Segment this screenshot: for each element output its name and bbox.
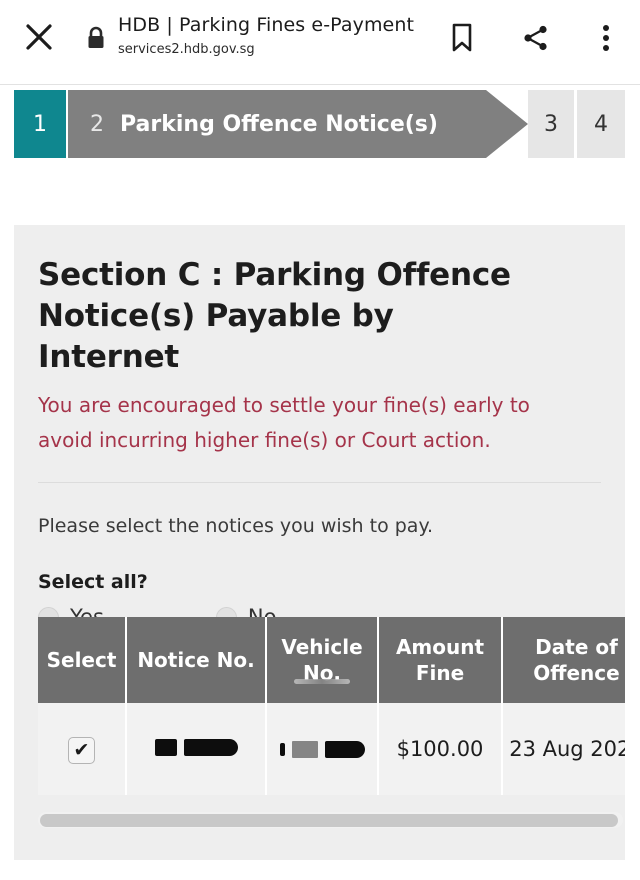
step-2-current[interactable]: 2 Parking Offence Notice(s) — [68, 90, 528, 158]
site-url: services2.hdb.gov.sg — [118, 42, 255, 57]
horizontal-scrollbar-track[interactable] — [38, 812, 623, 828]
lock-icon — [82, 22, 110, 54]
step-4[interactable]: 4 — [577, 90, 625, 158]
select-all-label: Select all? — [38, 571, 148, 593]
bookmark-icon[interactable] — [444, 20, 480, 56]
step-4-number: 4 — [594, 111, 608, 137]
redacted-notice-no — [154, 739, 238, 756]
fines-table: Select Notice No. Vehicle No. Amount Fin… — [38, 617, 625, 795]
redaction-smudge — [294, 679, 350, 684]
early-settlement-warning: You are encouraged to settle your fine(s… — [38, 393, 530, 452]
fines-table-scroll-container[interactable]: Select Notice No. Vehicle No. Amount Fin… — [38, 617, 625, 795]
redaction-bar — [291, 741, 318, 758]
progress-stepper: 1 2 Parking Offence Notice(s) 3 4 — [0, 90, 640, 158]
section-heading: Section C : Parking Offence Notice(s) Pa… — [38, 257, 511, 375]
redacted-vehicle-no — [279, 741, 365, 758]
step-3[interactable]: 3 — [528, 90, 574, 158]
close-icon[interactable] — [20, 18, 58, 56]
column-header-amount-fine: Amount Fine — [378, 617, 503, 703]
redaction-bar — [324, 741, 365, 758]
step-2-label: Parking Offence Notice(s) — [120, 111, 438, 137]
browser-toolbar: HDB | Parking Fines e-Payment services2.… — [0, 0, 640, 85]
step-3-number: 3 — [544, 111, 558, 137]
share-icon[interactable] — [518, 20, 554, 56]
url-block[interactable]: HDB | Parking Fines e-Payment services2.… — [118, 12, 428, 60]
cell-date-of-offence: 23 Aug 2020 — [502, 703, 625, 795]
cell-select: ✔ — [38, 703, 127, 795]
step-1[interactable]: 1 — [14, 90, 66, 158]
cell-vehicle-no — [266, 679, 379, 795]
column-header-notice-no: Notice No. — [126, 617, 267, 703]
column-header-select: Select — [38, 617, 127, 703]
overflow-menu-icon[interactable] — [588, 20, 624, 56]
step-1-number: 1 — [33, 111, 47, 137]
page-title: HDB | Parking Fines e-Payment — [118, 14, 415, 36]
app-root: HDB | Parking Fines e-Payment services2.… — [0, 0, 640, 880]
cell-amount-fine: $100.00 — [378, 703, 503, 795]
step-2-number: 2 — [90, 111, 104, 137]
table-header-row: Select Notice No. Vehicle No. Amount Fin… — [38, 617, 625, 703]
selection-instruction: Please select the notices you wish to pa… — [38, 515, 434, 537]
table-row: ✔ $100.00 23 Aug 202 — [38, 679, 625, 795]
column-header-date-of-offence: Date of Offence — [502, 617, 625, 703]
horizontal-scroll-thumb[interactable] — [40, 814, 618, 827]
redaction-bar — [279, 743, 285, 756]
column-header-vehicle-no: Vehicle No. — [266, 617, 379, 703]
redaction-bar — [154, 739, 177, 756]
cell-notice-no — [126, 703, 267, 795]
checkmark-icon: ✔ — [73, 739, 90, 761]
section-divider — [38, 482, 601, 483]
row-checkbox[interactable]: ✔ — [68, 737, 95, 764]
redaction-bar — [183, 739, 238, 756]
